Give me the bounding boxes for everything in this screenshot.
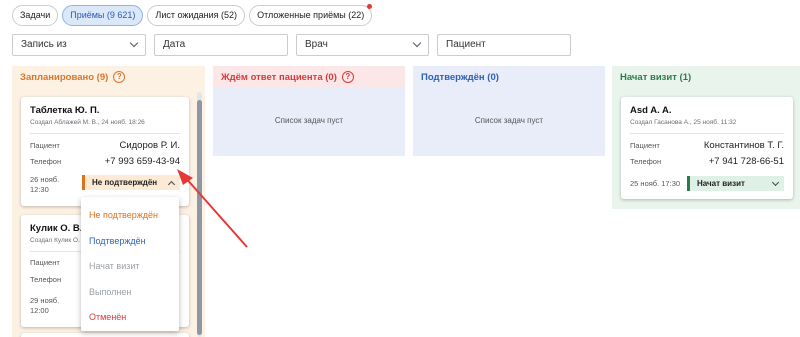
status-option-confirmed[interactable]: Подтверждён — [81, 229, 179, 255]
column-confirmed-title: Подтверждён (0) — [421, 71, 499, 83]
appointment-time: 12:30 — [30, 185, 49, 194]
notification-dot — [367, 4, 373, 9]
patient-label: Пациент — [30, 141, 60, 150]
column-confirmed: Подтверждён (0) Список задач пуст — [413, 66, 605, 156]
tab-appointments[interactable]: Приёмы (9 621) — [62, 5, 144, 26]
phone-label: Телефон — [30, 157, 62, 166]
chevron-down-icon — [412, 38, 422, 48]
status-option-cancelled[interactable]: Отменён — [81, 305, 179, 331]
column-confirmed-header: Подтверждён (0) — [413, 66, 605, 88]
doctor-select[interactable]: Врач — [296, 34, 429, 56]
record-source-placeholder: Запись из — [21, 39, 67, 50]
appointment-datetime: 26 нояб. 12:30 — [30, 175, 59, 195]
tab-postponed[interactable]: Отложенные приёмы (22) — [249, 4, 373, 26]
phone-value: +7 941 728-66-51 — [708, 156, 784, 167]
column-confirmed-body: Список задач пуст — [413, 88, 605, 156]
chevron-down-icon — [129, 38, 139, 48]
help-icon[interactable]: ? — [113, 71, 126, 83]
card-created-by: Создал Аблажей М. В., 24 нояб. 18:26 — [30, 119, 180, 134]
status-option-not-confirmed[interactable]: Не подтверждён — [81, 203, 179, 229]
column-waiting-header: Ждём ответ пациента (0) ? — [213, 66, 405, 88]
status-dropdown-button[interactable]: Не подтверждён — [82, 175, 180, 190]
record-source-select[interactable]: Запись из — [12, 34, 146, 56]
appointment-date: 26 нояб. — [30, 175, 60, 184]
status-option-visit-started[interactable]: Начат визит — [81, 254, 179, 280]
appointment-date: 29 нояб. — [30, 296, 60, 305]
phone-label: Телефон — [630, 157, 662, 166]
card-patient-name: Таблетка Ю. П. — [30, 105, 100, 116]
tab-waiting-list[interactable]: Лист ожидания (52) — [147, 5, 246, 26]
status-option-completed[interactable]: Выполнен — [81, 280, 179, 306]
empty-list-text: Список задач пуст — [274, 116, 344, 125]
status-label: Не подтверждён — [92, 178, 158, 187]
doctor-placeholder: Врач — [305, 39, 328, 50]
column-scrollbar[interactable] — [197, 92, 202, 337]
patient-label: Пациент — [30, 258, 60, 267]
appointment-datetime: 25 нояб. 17:30 — [630, 178, 681, 188]
patient-placeholder: Пациент — [446, 39, 486, 50]
appointment-card[interactable] — [21, 333, 189, 337]
filters-bar: Запись из Дата Врач Пациент — [12, 34, 571, 56]
column-waiting-body: Список задач пуст — [213, 88, 405, 156]
status-dropdown-menu: Не подтверждён Подтверждён Начат визит В… — [81, 197, 179, 331]
appointment-card[interactable]: Таблетка Ю. П. Создал Аблажей М. В., 24 … — [21, 97, 189, 206]
empty-list-text: Список задач пуст — [474, 116, 544, 125]
card-patient-name: Asd A. A. — [630, 105, 672, 116]
column-visit-started-title: Начат визит (1) — [620, 71, 692, 83]
appointment-tabs: Задачи Приёмы (9 621) Лист ожидания (52)… — [12, 4, 373, 26]
patient-label: Пациент — [630, 141, 660, 150]
date-placeholder: Дата — [163, 39, 186, 50]
card-created-by: Создал Гасанова А., 25 нояб. 11:32 — [630, 119, 784, 134]
patient-value: Сидоров Р. И. — [119, 140, 180, 151]
chevron-down-icon — [771, 178, 780, 186]
column-waiting-title: Ждём ответ пациента (0) — [221, 71, 337, 83]
status-dropdown-button[interactable]: Начат визит — [687, 176, 784, 191]
help-icon[interactable]: ? — [341, 71, 354, 83]
appointment-time: 12:00 — [30, 306, 49, 315]
column-visit-started-header: Начат визит (1) — [612, 66, 800, 88]
scrollbar-thumb[interactable] — [197, 100, 202, 335]
column-planned-header: Запланировано (9) ? — [12, 66, 205, 88]
column-waiting: Ждём ответ пациента (0) ? Список задач п… — [213, 66, 405, 156]
appointment-card[interactable]: Asd A. A. Создал Гасанова А., 25 нояб. 1… — [621, 97, 793, 199]
status-label: Начат визит — [697, 179, 745, 188]
date-field[interactable]: Дата — [154, 34, 288, 56]
phone-label: Телефон — [30, 275, 62, 284]
column-planned-title: Запланировано (9) — [20, 71, 109, 83]
patient-value: Константинов Т. Г. — [703, 140, 784, 151]
tab-tasks[interactable]: Задачи — [12, 5, 59, 26]
chevron-up-icon — [167, 180, 176, 188]
appointment-datetime: 29 нояб. 12:00 — [30, 296, 59, 316]
patient-field[interactable]: Пациент — [437, 34, 571, 56]
tab-postponed-label: Отложенные приёмы (22) — [257, 10, 365, 20]
phone-value: +7 993 659-43-94 — [104, 156, 180, 167]
